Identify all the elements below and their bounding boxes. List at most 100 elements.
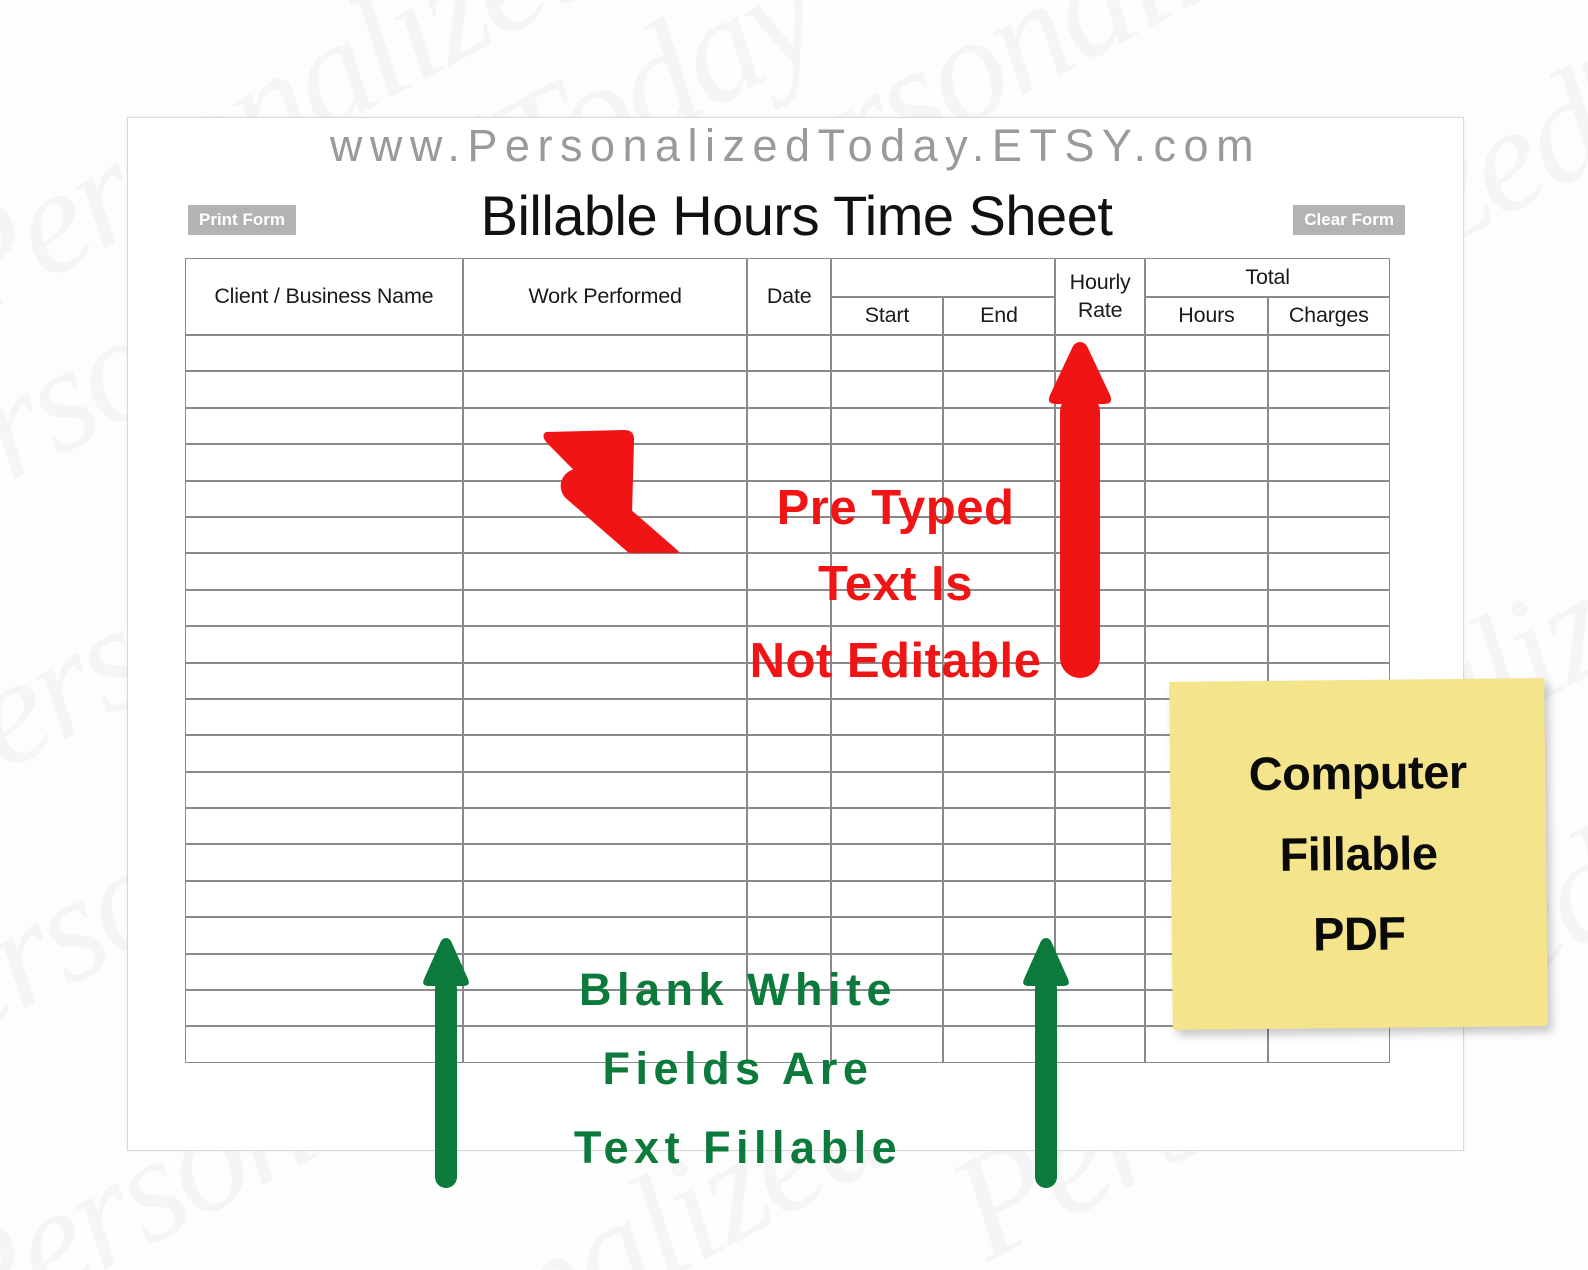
cell-date[interactable] (747, 407, 831, 445)
cell-start[interactable] (830, 844, 943, 881)
cell-rate[interactable] (1054, 698, 1146, 736)
cell-rate[interactable] (1054, 371, 1146, 408)
cell-end[interactable] (942, 844, 1055, 881)
cell-charges[interactable] (1267, 516, 1390, 554)
cell-end[interactable] (942, 335, 1055, 372)
cell-client[interactable] (185, 553, 463, 590)
cell-date[interactable] (747, 735, 831, 772)
cell-end[interactable] (942, 953, 1055, 991)
cell-work[interactable] (462, 662, 748, 699)
cell-date[interactable] (747, 371, 831, 408)
cell-date[interactable] (747, 335, 831, 372)
clear-form-button[interactable]: Clear Form (1293, 205, 1405, 235)
cell-work[interactable] (462, 917, 748, 954)
cell-start[interactable] (830, 735, 943, 772)
cell-work[interactable] (462, 516, 748, 554)
cell-rate[interactable] (1054, 953, 1146, 991)
cell-start[interactable] (830, 953, 943, 991)
cell-date[interactable] (747, 990, 831, 1027)
cell-work[interactable] (462, 371, 748, 408)
cell-client[interactable] (185, 589, 463, 627)
cell-client[interactable] (185, 808, 463, 845)
cell-work[interactable] (462, 808, 748, 845)
cell-work[interactable] (462, 335, 748, 372)
cell-client[interactable] (185, 371, 463, 408)
cell-rate[interactable] (1054, 335, 1146, 372)
cell-end[interactable] (942, 698, 1055, 736)
cell-date[interactable] (747, 662, 831, 699)
cell-date[interactable] (747, 553, 831, 590)
cell-end[interactable] (942, 1026, 1055, 1063)
cell-start[interactable] (830, 407, 943, 445)
cell-hours[interactable] (1145, 480, 1268, 517)
cell-work[interactable] (462, 407, 748, 445)
cell-work[interactable] (462, 553, 748, 590)
cell-client[interactable] (185, 953, 463, 991)
cell-start[interactable] (830, 480, 943, 517)
cell-work[interactable] (462, 480, 748, 517)
cell-date[interactable] (747, 808, 831, 845)
cell-client[interactable] (185, 698, 463, 736)
cell-start[interactable] (830, 698, 943, 736)
cell-date[interactable] (747, 953, 831, 991)
cell-rate[interactable] (1054, 735, 1146, 772)
cell-charges[interactable] (1267, 480, 1390, 517)
cell-client[interactable] (185, 407, 463, 445)
cell-end[interactable] (942, 371, 1055, 408)
cell-end[interactable] (942, 880, 1055, 918)
cell-work[interactable] (462, 771, 748, 809)
cell-hours[interactable] (1145, 589, 1268, 627)
cell-work[interactable] (462, 735, 748, 772)
cell-rate[interactable] (1054, 917, 1146, 954)
cell-charges[interactable] (1267, 444, 1390, 481)
cell-end[interactable] (942, 516, 1055, 554)
cell-client[interactable] (185, 626, 463, 663)
cell-rate[interactable] (1054, 808, 1146, 845)
cell-date[interactable] (747, 480, 831, 517)
cell-client[interactable] (185, 771, 463, 809)
cell-date[interactable] (747, 771, 831, 809)
cell-charges[interactable] (1267, 626, 1390, 663)
cell-work[interactable] (462, 953, 748, 991)
cell-charges[interactable] (1267, 553, 1390, 590)
cell-date[interactable] (747, 1026, 831, 1063)
cell-date[interactable] (747, 516, 831, 554)
cell-client[interactable] (185, 880, 463, 918)
cell-client[interactable] (185, 662, 463, 699)
cell-work[interactable] (462, 880, 748, 918)
cell-hours[interactable] (1145, 626, 1268, 663)
cell-work[interactable] (462, 626, 748, 663)
cell-start[interactable] (830, 516, 943, 554)
cell-date[interactable] (747, 444, 831, 481)
cell-rate[interactable] (1054, 480, 1146, 517)
cell-client[interactable] (185, 990, 463, 1027)
cell-work[interactable] (462, 589, 748, 627)
cell-start[interactable] (830, 1026, 943, 1063)
cell-start[interactable] (830, 662, 943, 699)
cell-charges[interactable] (1267, 1026, 1390, 1063)
cell-date[interactable] (747, 844, 831, 881)
cell-end[interactable] (942, 480, 1055, 517)
cell-date[interactable] (747, 589, 831, 627)
cell-start[interactable] (830, 771, 943, 809)
cell-client[interactable] (185, 480, 463, 517)
cell-end[interactable] (942, 771, 1055, 809)
cell-start[interactable] (830, 808, 943, 845)
cell-end[interactable] (942, 990, 1055, 1027)
cell-end[interactable] (942, 589, 1055, 627)
cell-date[interactable] (747, 880, 831, 918)
cell-rate[interactable] (1054, 626, 1146, 663)
cell-hours[interactable] (1145, 335, 1268, 372)
cell-client[interactable] (185, 844, 463, 881)
cell-work[interactable] (462, 698, 748, 736)
cell-work[interactable] (462, 1026, 748, 1063)
cell-hours[interactable] (1145, 371, 1268, 408)
cell-hours[interactable] (1145, 444, 1268, 481)
cell-start[interactable] (830, 917, 943, 954)
cell-rate[interactable] (1054, 662, 1146, 699)
cell-end[interactable] (942, 444, 1055, 481)
cell-charges[interactable] (1267, 589, 1390, 627)
cell-work[interactable] (462, 844, 748, 881)
cell-start[interactable] (830, 444, 943, 481)
cell-end[interactable] (942, 735, 1055, 772)
